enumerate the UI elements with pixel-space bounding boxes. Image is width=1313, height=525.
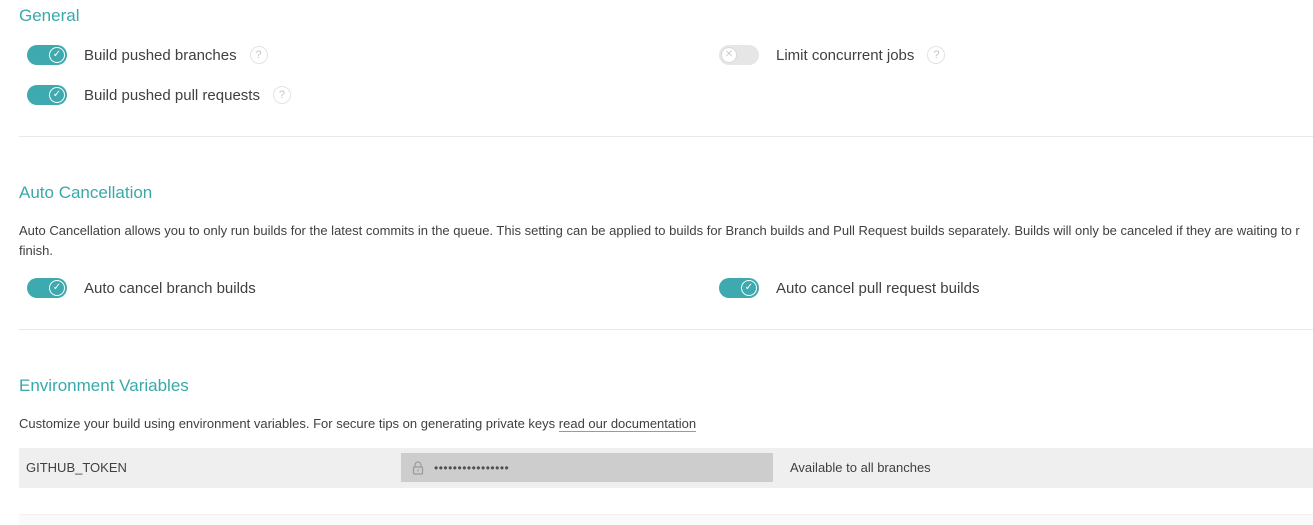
read-documentation-link[interactable]: read our documentation xyxy=(558,416,697,432)
build-pushed-pull-requests-setting: ✓ Build pushed pull requests ? xyxy=(27,84,291,106)
auto-cancel-branch-builds-setting: ✓ Auto cancel branch builds xyxy=(27,277,256,299)
section-divider xyxy=(19,136,1313,137)
env-var-add-form xyxy=(19,514,1313,525)
auto-cancel-branch-builds-toggle[interactable]: ✓ xyxy=(27,278,67,298)
environment-variables-description-text: Customize your build using environment v… xyxy=(19,416,556,431)
auto-cancellation-description: Auto Cancellation allows you to only run… xyxy=(19,223,1300,258)
build-pushed-pull-requests-label: Build pushed pull requests xyxy=(84,86,260,104)
general-section-title: General xyxy=(19,6,80,25)
build-pushed-branches-setting: ✓ Build pushed branches ? xyxy=(27,44,268,66)
limit-concurrent-jobs-label: Limit concurrent jobs xyxy=(776,46,915,64)
auto-cancel-pull-request-builds-toggle[interactable]: ✓ xyxy=(719,278,759,298)
env-var-name: GITHUB_TOKEN xyxy=(26,460,127,475)
build-pushed-branches-toggle[interactable]: ✓ xyxy=(27,45,67,65)
question-icon[interactable]: ? xyxy=(927,46,946,64)
lock-icon xyxy=(411,460,425,476)
check-icon: ✓ xyxy=(49,47,65,63)
check-icon: ✓ xyxy=(49,87,65,103)
environment-variables-section-title: Environment Variables xyxy=(19,376,189,395)
environment-variables-description: Customize your build using environment v… xyxy=(19,414,1313,434)
build-pushed-branches-label: Build pushed branches xyxy=(84,46,237,64)
auto-cancellation-section-title: Auto Cancellation xyxy=(19,183,153,202)
limit-concurrent-jobs-setting: ✕ Limit concurrent jobs ? xyxy=(719,44,946,66)
env-var-row: GITHUB_TOKEN •••••••••••••••• Available … xyxy=(19,448,1313,488)
auto-cancel-pull-request-builds-setting: ✓ Auto cancel pull request builds xyxy=(719,277,979,299)
limit-concurrent-jobs-toggle[interactable]: ✕ xyxy=(719,45,759,65)
auto-cancel-branch-builds-label: Auto cancel branch builds xyxy=(84,279,256,297)
build-pushed-pull-requests-toggle[interactable]: ✓ xyxy=(27,85,67,105)
check-icon: ✓ xyxy=(741,280,757,296)
env-var-masked-value: •••••••••••••••• xyxy=(434,460,510,475)
question-icon[interactable]: ? xyxy=(249,46,268,64)
question-icon[interactable]: ? xyxy=(272,86,291,104)
env-var-value-field: •••••••••••••••• xyxy=(401,453,773,482)
check-icon: ✓ xyxy=(49,280,65,296)
env-var-branches: Available to all branches xyxy=(790,460,931,475)
auto-cancel-pull-request-builds-label: Auto cancel pull request builds xyxy=(776,279,980,297)
x-icon: ✕ xyxy=(721,47,737,63)
section-divider xyxy=(19,329,1313,330)
